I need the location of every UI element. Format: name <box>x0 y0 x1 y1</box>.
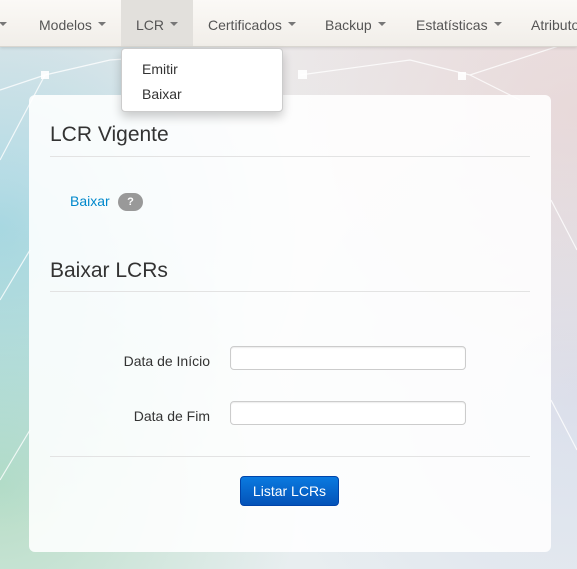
start-date-input[interactable] <box>230 346 466 370</box>
baixar-link[interactable]: Baixar <box>70 193 110 209</box>
nav-item-estatisticas[interactable]: Estatísticas <box>416 0 502 46</box>
nav-item-backup[interactable]: Backup <box>325 0 386 46</box>
menu-item-emitir[interactable]: Emitir <box>142 61 178 77</box>
caret-down-icon <box>377 22 386 27</box>
nav-item-label: Modelos <box>39 17 92 33</box>
main-panel: LCR Vigente Baixar ? Baixar LCRs Data de… <box>29 95 551 552</box>
section-title-lcr-vigente: LCR Vigente <box>50 123 169 146</box>
caret-down-icon <box>170 22 178 27</box>
caret-down-icon <box>97 22 106 27</box>
nav-item-label: Atributos <box>531 17 577 33</box>
start-date-label: Data de Início <box>123 353 210 369</box>
end-date-input[interactable] <box>230 401 466 425</box>
nav-item-lcr[interactable]: LCR <box>121 0 193 46</box>
caret-down-icon <box>493 22 502 27</box>
end-date-label: Data de Fim <box>133 408 210 424</box>
divider <box>50 156 530 157</box>
divider <box>50 291 530 292</box>
divider <box>50 456 530 457</box>
top-navbar: Modelos LCR Certificados Backup Estatíst… <box>0 0 577 47</box>
menu-item-baixar[interactable]: Baixar <box>142 86 182 102</box>
nav-item-label: LCR <box>135 17 164 33</box>
section-title-baixar-lcrs: Baixar LCRs <box>50 259 168 282</box>
nav-menu-previous[interactable] <box>0 0 14 46</box>
nav-item-label: Estatísticas <box>416 17 488 33</box>
lcr-dropdown-menu: Emitir Baixar <box>121 48 283 112</box>
nav-item-label: Backup <box>325 17 372 33</box>
nav-item-modelos[interactable]: Modelos <box>39 0 106 46</box>
help-badge[interactable]: ? <box>118 193 143 211</box>
nav-item-certificados[interactable]: Certificados <box>208 0 296 46</box>
nav-item-atributos[interactable]: Atributos <box>531 0 577 46</box>
caret-down-icon <box>287 22 296 27</box>
nav-item-label: Certificados <box>208 17 282 33</box>
listar-lcrs-button[interactable]: Listar LCRs <box>240 476 339 506</box>
caret-down-icon <box>0 22 7 27</box>
